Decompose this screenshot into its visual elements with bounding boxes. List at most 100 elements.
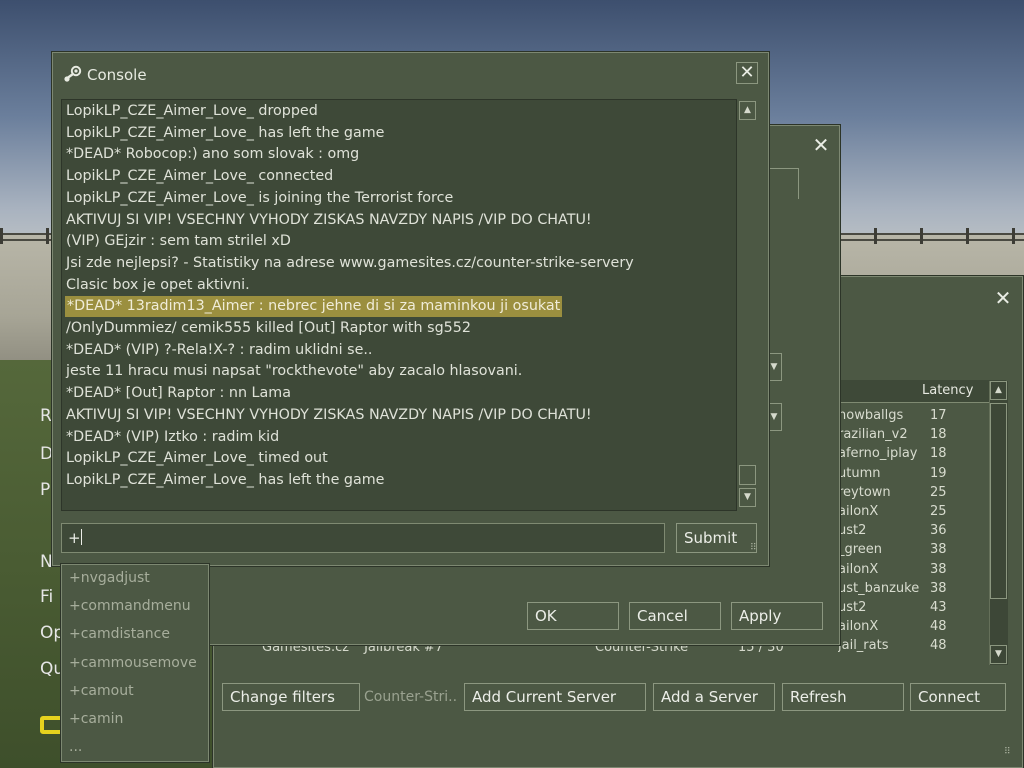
console-scrollbar[interactable]: ▲ ▼ <box>736 99 758 511</box>
console-line: *DEAD* 13radim13_Aimer : nebrec jehne di… <box>65 296 563 318</box>
server-map: ust_banzuke <box>838 580 920 596</box>
console-line: Clasic box je opet aktivni. <box>66 276 250 293</box>
ok-button[interactable]: OK <box>527 602 619 630</box>
scrollbar-thumb[interactable] <box>739 465 756 485</box>
scroll-up-arrow-icon[interactable]: ▲ <box>990 381 1007 400</box>
server-latency: 19 <box>930 465 947 481</box>
server-map: aferno_iplay <box>838 446 918 462</box>
resize-grip-icon[interactable]: ⠿ <box>750 543 760 553</box>
console-line: Jsi zde nejlepsi? - Statistiky na adrese… <box>66 254 634 271</box>
server-map: ust2 <box>838 600 867 615</box>
server-row[interactable]: reytown 25 <box>838 485 1010 504</box>
close-icon[interactable]: ✕ <box>992 287 1014 309</box>
server-latency: 38 <box>930 561 947 577</box>
server-map: jail_rats <box>838 638 889 654</box>
cancel-button[interactable]: Cancel <box>629 602 721 630</box>
server-row[interactable]: ailonX 48 <box>838 619 1010 638</box>
filter-game-label: Counter-Stri.. <box>364 689 458 705</box>
console-line: LopikLP_CZE_Aimer_Love_ timed out <box>66 450 328 467</box>
console-log: LopikLP_CZE_Aimer_Love_ dropped LopikLP_C… <box>61 99 739 511</box>
server-row[interactable]: ust2 36 <box>838 523 1010 542</box>
change-filters-button[interactable]: Change filters <box>222 683 360 711</box>
console-line: *DEAD* (VIP) ?-Rela!X-? : radim uklidni … <box>66 341 373 358</box>
console-line: LopikLP_CZE_Aimer_Love_ is joining the T… <box>66 189 454 206</box>
console-command-input[interactable]: + <box>61 523 665 553</box>
refresh-button[interactable]: Refresh <box>782 683 904 711</box>
console-line: LopikLP_CZE_Aimer_Love_ connected <box>66 168 334 185</box>
server-latency: 43 <box>930 600 947 615</box>
add-current-server-button[interactable]: Add Current Server <box>464 683 646 711</box>
server-map: ust2 <box>838 523 867 539</box>
close-icon[interactable]: ✕ <box>736 62 758 84</box>
console-window: Console ✕ LopikLP_CZE_Aimer_Love_ droppe… <box>52 52 769 566</box>
add-server-button[interactable]: Add a Server <box>653 683 775 711</box>
server-list-header: Latency <box>834 380 1006 403</box>
server-map: reytown <box>838 484 891 500</box>
autocomplete-item[interactable]: +nvgadjust <box>69 570 150 586</box>
main-menu-item[interactable]: N <box>40 552 53 572</box>
text-caret <box>80 529 82 545</box>
server-row[interactable]: utumn 19 <box>838 466 1010 485</box>
main-menu-item[interactable]: R <box>40 406 52 426</box>
console-line: *DEAD* (VIP) Iztko : radim kid <box>66 428 280 445</box>
column-header-latency[interactable]: Latency <box>922 383 973 398</box>
command-autocomplete-list: +nvgadjust +commandmenu +camdistance +cammo… <box>61 564 209 762</box>
server-row[interactable]: _green 38 <box>838 542 1010 561</box>
server-row[interactable]: ust_banzuke 38 <box>838 581 1010 600</box>
resize-grip-icon[interactable]: ⠿ <box>1004 747 1014 757</box>
server-row[interactable]: nowballgs 17 <box>838 408 1010 427</box>
server-map: razilian_v2 <box>838 427 908 443</box>
autocomplete-item[interactable]: +camin <box>69 711 123 727</box>
console-line: *DEAD* [Out] Raptor : nn Lama <box>66 385 291 402</box>
autocomplete-item[interactable]: ... <box>69 739 82 755</box>
close-icon[interactable]: ✕ <box>810 134 832 156</box>
console-line: LopikLP_CZE_Aimer_Love_ dropped <box>66 103 318 119</box>
server-latency: 25 <box>930 504 947 519</box>
server-latency: 36 <box>930 523 947 539</box>
console-line: LopikLP_CZE_Aimer_Love_ has left the gam… <box>66 124 385 141</box>
console-line: jeste 11 hracu musi napsat "rockthevote"… <box>66 363 523 380</box>
apply-button[interactable]: Apply <box>731 602 823 630</box>
dropdown-arrow-icon[interactable]: ▼ <box>767 403 782 431</box>
server-map: _green <box>838 542 883 558</box>
server-map: ailonX <box>838 561 879 577</box>
server-latency: 18 <box>930 427 947 443</box>
console-line: /OnlyDummiez/ cemik555 killed [Out] Rapt… <box>66 320 471 336</box>
server-row[interactable]: ailonX 25 <box>838 504 1010 523</box>
console-line: AKTIVUJ SI VIP! VSECHNY VYHODY ZISKAS NA… <box>66 406 592 423</box>
steam-icon <box>64 65 82 82</box>
console-line: LopikLP_CZE_Aimer_Love_ has left the gam… <box>66 471 385 488</box>
server-map: utumn <box>838 465 881 481</box>
server-latency: 48 <box>930 638 947 654</box>
server-row[interactable]: ust2 43 <box>838 600 1010 619</box>
server-latency: 48 <box>930 619 947 635</box>
server-latency: 18 <box>930 446 947 462</box>
submit-button[interactable]: Submit <box>676 523 757 553</box>
autocomplete-item[interactable]: +cammousemove <box>69 655 197 671</box>
server-latency: 25 <box>930 484 947 500</box>
main-menu-item[interactable]: P <box>40 480 50 500</box>
server-map: nowballgs <box>838 408 904 423</box>
server-row[interactable]: jail_rats 48 <box>838 638 1010 657</box>
server-map: ailonX <box>838 504 879 519</box>
server-row[interactable]: razilian_v2 18 <box>838 427 1010 446</box>
autocomplete-item[interactable]: +commandmenu <box>69 598 191 614</box>
server-latency: 38 <box>930 580 947 596</box>
autocomplete-item[interactable]: +camout <box>69 683 134 699</box>
server-row[interactable]: aferno_iplay 18 <box>838 446 1010 465</box>
console-input-value: + <box>68 529 81 547</box>
console-line: *DEAD* Robocop:) ano som slovak : omg <box>66 146 360 163</box>
scroll-up-arrow-icon[interactable]: ▲ <box>739 101 756 120</box>
server-latency: 17 <box>930 408 947 423</box>
dropdown-arrow-icon[interactable]: ▼ <box>767 353 782 381</box>
console-line: AKTIVUJ SI VIP! VSECHNY VYHODY ZISKAS NA… <box>66 211 592 228</box>
console-title: Console <box>87 66 147 84</box>
console-line: (VIP) GEjzir : sem tam strilel xD <box>66 233 291 250</box>
server-map: ailonX <box>838 619 879 635</box>
connect-button[interactable]: Connect <box>910 683 1006 711</box>
server-latency: 38 <box>930 542 947 558</box>
main-menu-item[interactable]: Fi <box>40 587 53 607</box>
autocomplete-item[interactable]: +camdistance <box>69 626 170 642</box>
server-row[interactable]: ailonX 38 <box>838 562 1010 581</box>
scroll-down-arrow-icon[interactable]: ▼ <box>739 488 756 507</box>
